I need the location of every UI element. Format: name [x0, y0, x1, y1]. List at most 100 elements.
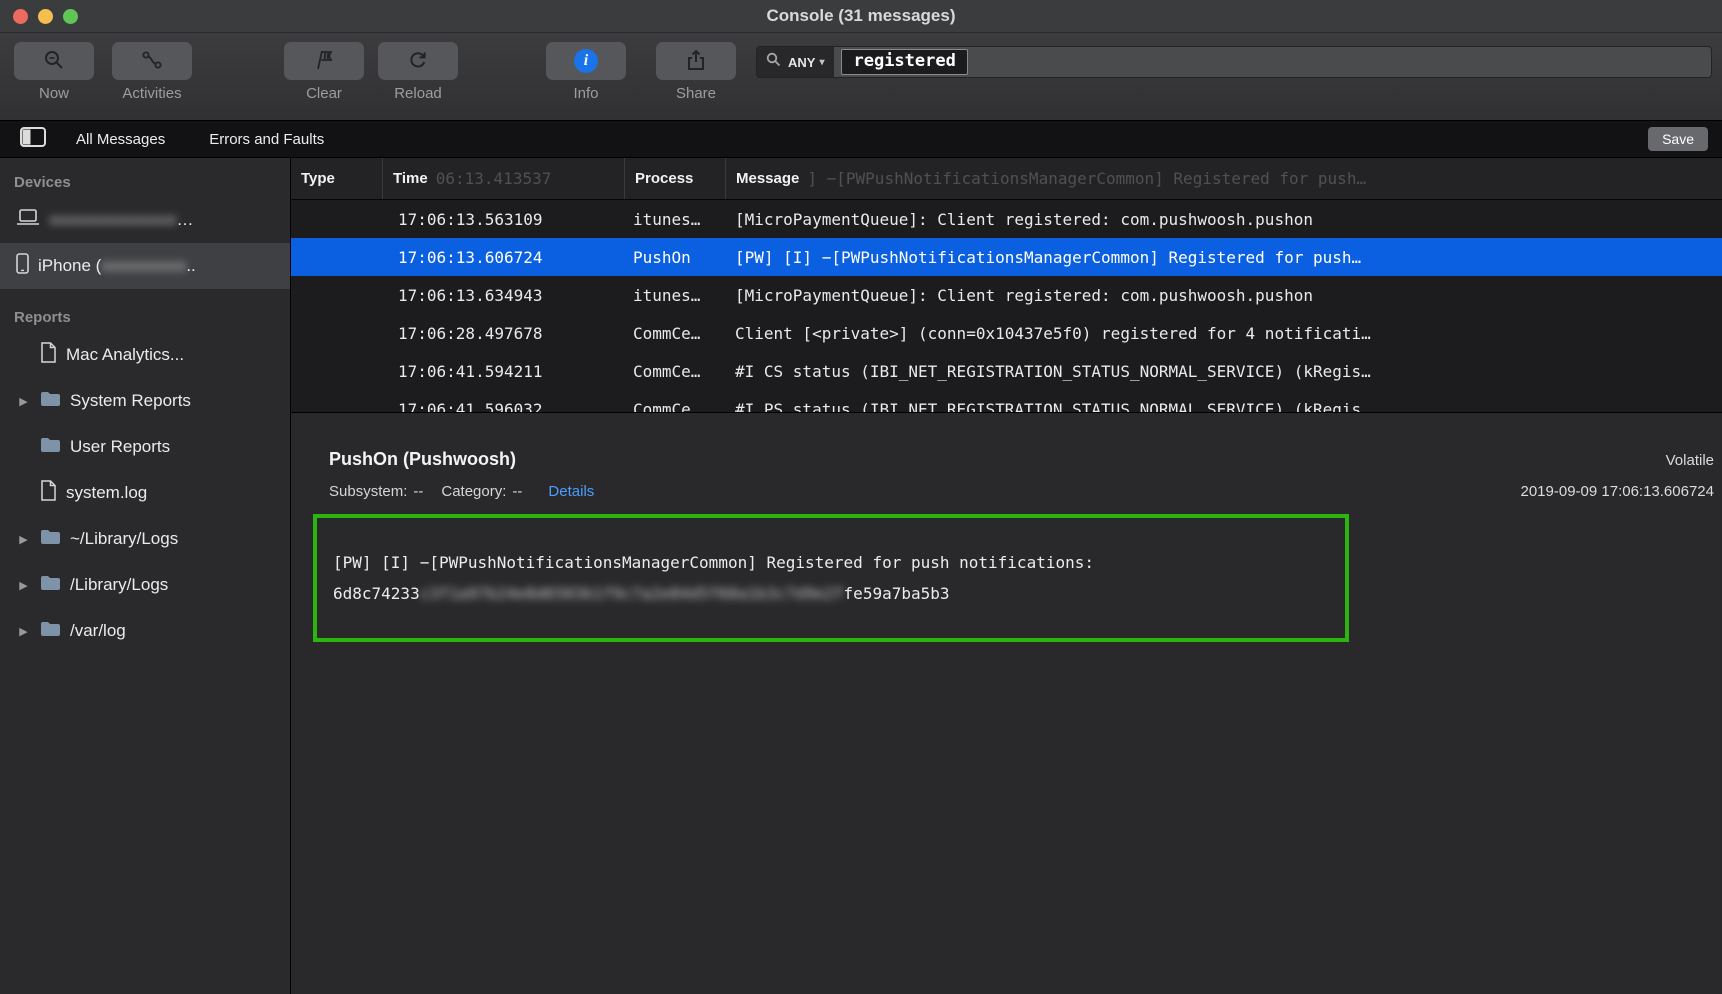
- column-header-time[interactable]: Time 06:13.413537: [383, 158, 625, 199]
- sidebar-item-system-reports[interactable]: ▶ System Reports: [0, 378, 290, 424]
- disclosure-triangle-icon[interactable]: ▶: [16, 579, 31, 592]
- folder-icon: [40, 437, 61, 458]
- sidebar-item-label: User Reports: [70, 437, 170, 457]
- share-label: Share: [676, 85, 716, 102]
- reload-label: Reload: [394, 85, 442, 102]
- sidebar-item-var-log[interactable]: ▶ /var/log: [0, 608, 290, 654]
- details-link[interactable]: Details: [548, 483, 594, 500]
- save-button[interactable]: Save: [1648, 127, 1708, 151]
- masked-device-name: xxxxxxxxxxxxxxx: [49, 210, 177, 229]
- ghost-row-message: ] −[PWPushNotificationsManagerCommon] Re…: [807, 169, 1366, 188]
- iphone-label-suffix: ..: [186, 256, 195, 275]
- window-title: Console (31 messages): [0, 6, 1722, 26]
- activities-button[interactable]: [112, 42, 192, 80]
- sidebar-item-label: Mac Analytics...: [66, 345, 184, 365]
- sidebar-item-label: /Library/Logs: [70, 575, 168, 595]
- category-value: --: [512, 483, 522, 500]
- table-row-partial[interactable]: 17:06:41.596032 CommCe… #I PS status (IB…: [291, 390, 1722, 412]
- magnifier-now-icon: [43, 49, 65, 74]
- sidebar-item-label: ~/Library/Logs: [70, 529, 178, 549]
- sidebar-toggle-button[interactable]: [20, 127, 46, 152]
- search-field[interactable]: ANY ▾ registered: [756, 46, 1712, 78]
- disclosure-triangle-icon[interactable]: ▶: [16, 533, 31, 546]
- column-header-type[interactable]: Type: [291, 158, 383, 199]
- cell-message: Client [<private>] (conn=0x10437e5f0) re…: [726, 324, 1722, 343]
- folder-icon: [40, 575, 61, 596]
- sidebar-item-library-logs[interactable]: ▶ /Library/Logs: [0, 562, 290, 608]
- cell-time: 17:06:28.497678: [383, 324, 625, 343]
- clear-flag-icon: [313, 49, 335, 74]
- toolbar: Now Activities Clear: [0, 33, 1722, 121]
- volatility-label: Volatile: [1666, 452, 1714, 469]
- detail-message-line1: [PW] [I] −[PWPushNotificationsManagerCom…: [333, 547, 1327, 578]
- clear-toolbar-item: Clear: [284, 42, 364, 120]
- iphone-icon: [16, 253, 29, 279]
- sidebar-item-mac-device[interactable]: xxxxxxxxxxxxxxx…: [0, 197, 290, 243]
- minimize-button[interactable]: [38, 9, 53, 24]
- push-token-masked: c3f1a97b24e8d6503b1f9c7a2e84d5f60a1b3c7d…: [420, 584, 844, 603]
- table-row-selected[interactable]: 17:06:13.606724 PushOn [PW] [I] −[PWPush…: [291, 238, 1722, 276]
- zoom-button[interactable]: [63, 9, 78, 24]
- cell-process: PushOn: [625, 248, 726, 267]
- sidebar-item-label: System Reports: [70, 391, 191, 411]
- cell-time: 17:06:41.596032: [383, 400, 625, 413]
- tab-errors-and-faults[interactable]: Errors and Faults: [209, 131, 324, 148]
- sidebar-item-iphone-device[interactable]: iPhone (xxxxxxxxxx..: [0, 243, 290, 289]
- cell-message: [MicroPaymentQueue]: Client registered: …: [726, 286, 1722, 305]
- cell-time: 17:06:13.606724: [383, 248, 625, 267]
- chevron-down-icon: ▾: [819, 57, 824, 68]
- column-header-process[interactable]: Process: [625, 158, 726, 199]
- share-icon: [686, 49, 706, 74]
- table-header: Type Time 06:13.413537 Process Message ]…: [291, 158, 1722, 200]
- category-label: Category:: [441, 483, 506, 500]
- table-row[interactable]: 17:06:13.634943 itunes… [MicroPaymentQue…: [291, 276, 1722, 314]
- disclosure-triangle-icon[interactable]: ▶: [16, 395, 31, 408]
- detail-pane: PushOn (Pushwoosh) Volatile Subsystem: -…: [291, 412, 1722, 994]
- cell-process: itunes…: [625, 210, 726, 229]
- column-header-message[interactable]: Message ] −[PWPushNotificationsManagerCo…: [726, 158, 1722, 199]
- table-row[interactable]: 17:06:28.497678 CommCe… Client [<private…: [291, 314, 1722, 352]
- laptop-icon: [16, 209, 40, 231]
- sidebar-item-user-library-logs[interactable]: ▶ ~/Library/Logs: [0, 516, 290, 562]
- cell-message: [PW] [I] −[PWPushNotificationsManagerCom…: [726, 248, 1722, 267]
- ghost-row-time: 06:13.413537: [436, 169, 552, 188]
- device-name-suffix: …: [177, 210, 194, 229]
- main-area: Type Time 06:13.413537 Process Message ]…: [291, 158, 1722, 994]
- sidebar-item-label: /var/log: [70, 621, 126, 641]
- now-button[interactable]: [14, 42, 94, 80]
- sidebar-item-system-log[interactable]: system.log: [0, 470, 290, 516]
- reload-button[interactable]: [378, 42, 458, 80]
- detail-timestamp: 2019-09-09 17:06:13.606724: [1520, 483, 1714, 500]
- content-area: Devices xxxxxxxxxxxxxxx… iPhone (xxxxx: [0, 158, 1722, 994]
- sidebar-item-user-reports[interactable]: User Reports: [0, 424, 290, 470]
- share-toolbar-item: Share: [656, 42, 736, 120]
- cell-process: CommCe…: [625, 362, 726, 381]
- tab-all-messages[interactable]: All Messages: [76, 131, 165, 148]
- cell-message: #I PS status (IBI_NET_REGISTRATION_STATU…: [726, 400, 1722, 413]
- info-toolbar-item: i Info: [546, 42, 626, 120]
- reload-icon: [407, 49, 429, 74]
- devices-section-header: Devices: [0, 164, 290, 197]
- now-label: Now: [39, 85, 69, 102]
- share-button[interactable]: [656, 42, 736, 80]
- subsystem-value: --: [413, 483, 423, 500]
- cell-time: 17:06:13.563109: [383, 210, 625, 229]
- document-icon: [40, 480, 57, 506]
- table-row[interactable]: 17:06:13.563109 itunes… [MicroPaymentQue…: [291, 200, 1722, 238]
- sidebar-toggle-icon: [20, 127, 46, 152]
- cell-message: #I CS status (IBI_NET_REGISTRATION_STATU…: [726, 362, 1722, 381]
- cell-message: [MicroPaymentQueue]: Client registered: …: [726, 210, 1722, 229]
- push-token-suffix: fe59a7ba5b3: [844, 584, 950, 603]
- info-label: Info: [573, 85, 598, 102]
- info-button[interactable]: i: [546, 42, 626, 80]
- search-scope-dropdown[interactable]: ANY ▾: [788, 55, 824, 70]
- disclosure-triangle-icon[interactable]: ▶: [16, 625, 31, 638]
- activities-label: Activities: [122, 85, 181, 102]
- close-button[interactable]: [13, 9, 28, 24]
- search-query-token[interactable]: registered: [841, 49, 967, 75]
- table-row[interactable]: 17:06:41.594211 CommCe… #I CS status (IB…: [291, 352, 1722, 390]
- titlebar: Console (31 messages): [0, 0, 1722, 33]
- search-scope-area: ANY ▾: [757, 47, 834, 77]
- clear-button[interactable]: [284, 42, 364, 80]
- sidebar-item-mac-analytics[interactable]: Mac Analytics...: [0, 332, 290, 378]
